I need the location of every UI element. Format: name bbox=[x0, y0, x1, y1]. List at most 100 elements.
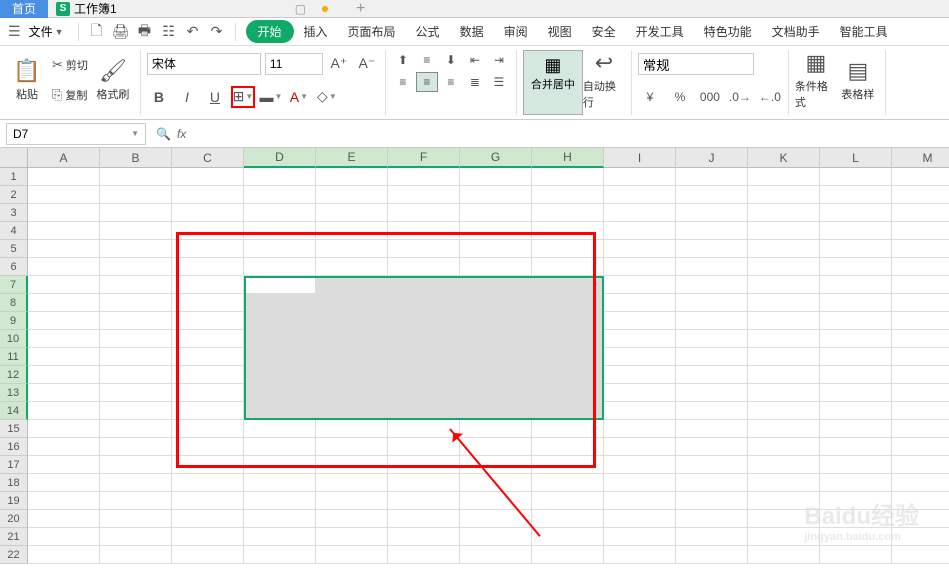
cell-K9[interactable] bbox=[748, 312, 820, 330]
cell-K18[interactable] bbox=[748, 474, 820, 492]
cell-K7[interactable] bbox=[748, 276, 820, 294]
copy-button[interactable]: ⎘复制 bbox=[48, 85, 92, 105]
cell-A21[interactable] bbox=[28, 528, 100, 546]
cell-H12[interactable] bbox=[532, 366, 604, 384]
cell-B19[interactable] bbox=[100, 492, 172, 510]
cell-I1[interactable] bbox=[604, 168, 676, 186]
cell-K12[interactable] bbox=[748, 366, 820, 384]
cell-B6[interactable] bbox=[100, 258, 172, 276]
tab-dev[interactable]: 开发工具 bbox=[626, 19, 694, 44]
cell-L5[interactable] bbox=[820, 240, 892, 258]
cell-C13[interactable] bbox=[172, 384, 244, 402]
row-header-13[interactable]: 13 bbox=[0, 384, 28, 402]
tab-view[interactable]: 视图 bbox=[538, 19, 582, 44]
cell-E14[interactable] bbox=[316, 402, 388, 420]
cell-G20[interactable] bbox=[460, 510, 532, 528]
cell-A2[interactable] bbox=[28, 186, 100, 204]
cell-A15[interactable] bbox=[28, 420, 100, 438]
cell-C15[interactable] bbox=[172, 420, 244, 438]
cell-D7[interactable] bbox=[244, 276, 316, 294]
cell-H1[interactable] bbox=[532, 168, 604, 186]
col-header-D[interactable]: D bbox=[244, 148, 316, 168]
cell-I17[interactable] bbox=[604, 456, 676, 474]
fill-color-button[interactable]: ▬▼ bbox=[259, 86, 283, 108]
cell-M9[interactable] bbox=[892, 312, 949, 330]
cell-G18[interactable] bbox=[460, 474, 532, 492]
cell-G17[interactable] bbox=[460, 456, 532, 474]
fx-search-icon[interactable]: 🔍 bbox=[156, 127, 171, 141]
cell-A12[interactable] bbox=[28, 366, 100, 384]
distribute-button[interactable]: ☰ bbox=[488, 72, 510, 92]
col-header-I[interactable]: I bbox=[604, 148, 676, 168]
cell-H7[interactable] bbox=[532, 276, 604, 294]
cell-C7[interactable] bbox=[172, 276, 244, 294]
cell-J22[interactable] bbox=[676, 546, 748, 564]
cell-I10[interactable] bbox=[604, 330, 676, 348]
cell-I5[interactable] bbox=[604, 240, 676, 258]
cell-K17[interactable] bbox=[748, 456, 820, 474]
cell-L16[interactable] bbox=[820, 438, 892, 456]
cell-B8[interactable] bbox=[100, 294, 172, 312]
workbook-tab[interactable]: S 工作簿1 bbox=[48, 0, 125, 18]
cell-B21[interactable] bbox=[100, 528, 172, 546]
cell-G7[interactable] bbox=[460, 276, 532, 294]
col-header-M[interactable]: M bbox=[892, 148, 949, 168]
cell-B15[interactable] bbox=[100, 420, 172, 438]
cell-A22[interactable] bbox=[28, 546, 100, 564]
cell-B3[interactable] bbox=[100, 204, 172, 222]
cell-F14[interactable] bbox=[388, 402, 460, 420]
cell-G15[interactable] bbox=[460, 420, 532, 438]
cell-L12[interactable] bbox=[820, 366, 892, 384]
cell-F10[interactable] bbox=[388, 330, 460, 348]
cell-H22[interactable] bbox=[532, 546, 604, 564]
cell-J5[interactable] bbox=[676, 240, 748, 258]
cell-C11[interactable] bbox=[172, 348, 244, 366]
cell-G22[interactable] bbox=[460, 546, 532, 564]
tab-security[interactable]: 安全 bbox=[582, 19, 626, 44]
cell-B1[interactable] bbox=[100, 168, 172, 186]
home-tab[interactable]: 首页 bbox=[0, 0, 48, 18]
cell-H15[interactable] bbox=[532, 420, 604, 438]
cell-E9[interactable] bbox=[316, 312, 388, 330]
cell-F8[interactable] bbox=[388, 294, 460, 312]
tab-insert[interactable]: 插入 bbox=[294, 19, 338, 44]
row-header-9[interactable]: 9 bbox=[0, 312, 28, 330]
cell-I9[interactable] bbox=[604, 312, 676, 330]
col-header-H[interactable]: H bbox=[532, 148, 604, 168]
cell-L13[interactable] bbox=[820, 384, 892, 402]
cell-I15[interactable] bbox=[604, 420, 676, 438]
cell-E1[interactable] bbox=[316, 168, 388, 186]
cell-L22[interactable] bbox=[820, 546, 892, 564]
align-left-button[interactable]: ≡ bbox=[392, 72, 414, 92]
cell-J3[interactable] bbox=[676, 204, 748, 222]
cell-M6[interactable] bbox=[892, 258, 949, 276]
cell-K1[interactable] bbox=[748, 168, 820, 186]
cell-A3[interactable] bbox=[28, 204, 100, 222]
row-header-8[interactable]: 8 bbox=[0, 294, 28, 312]
cell-D20[interactable] bbox=[244, 510, 316, 528]
cell-M8[interactable] bbox=[892, 294, 949, 312]
cell-D10[interactable] bbox=[244, 330, 316, 348]
cell-C21[interactable] bbox=[172, 528, 244, 546]
row-header-2[interactable]: 2 bbox=[0, 186, 28, 204]
cell-M4[interactable] bbox=[892, 222, 949, 240]
cell-G9[interactable] bbox=[460, 312, 532, 330]
cell-B20[interactable] bbox=[100, 510, 172, 528]
col-header-A[interactable]: A bbox=[28, 148, 100, 168]
font-name-select[interactable] bbox=[147, 53, 261, 75]
cell-L17[interactable] bbox=[820, 456, 892, 474]
row-header-15[interactable]: 15 bbox=[0, 420, 28, 438]
cell-K10[interactable] bbox=[748, 330, 820, 348]
cell-J1[interactable] bbox=[676, 168, 748, 186]
col-header-B[interactable]: B bbox=[100, 148, 172, 168]
cell-L15[interactable] bbox=[820, 420, 892, 438]
align-bottom-button[interactable]: ⬇ bbox=[440, 50, 462, 70]
cell-C22[interactable] bbox=[172, 546, 244, 564]
col-header-F[interactable]: F bbox=[388, 148, 460, 168]
cell-F2[interactable] bbox=[388, 186, 460, 204]
cell-I3[interactable] bbox=[604, 204, 676, 222]
row-header-1[interactable]: 1 bbox=[0, 168, 28, 186]
cell-K5[interactable] bbox=[748, 240, 820, 258]
cell-C19[interactable] bbox=[172, 492, 244, 510]
row-header-6[interactable]: 6 bbox=[0, 258, 28, 276]
